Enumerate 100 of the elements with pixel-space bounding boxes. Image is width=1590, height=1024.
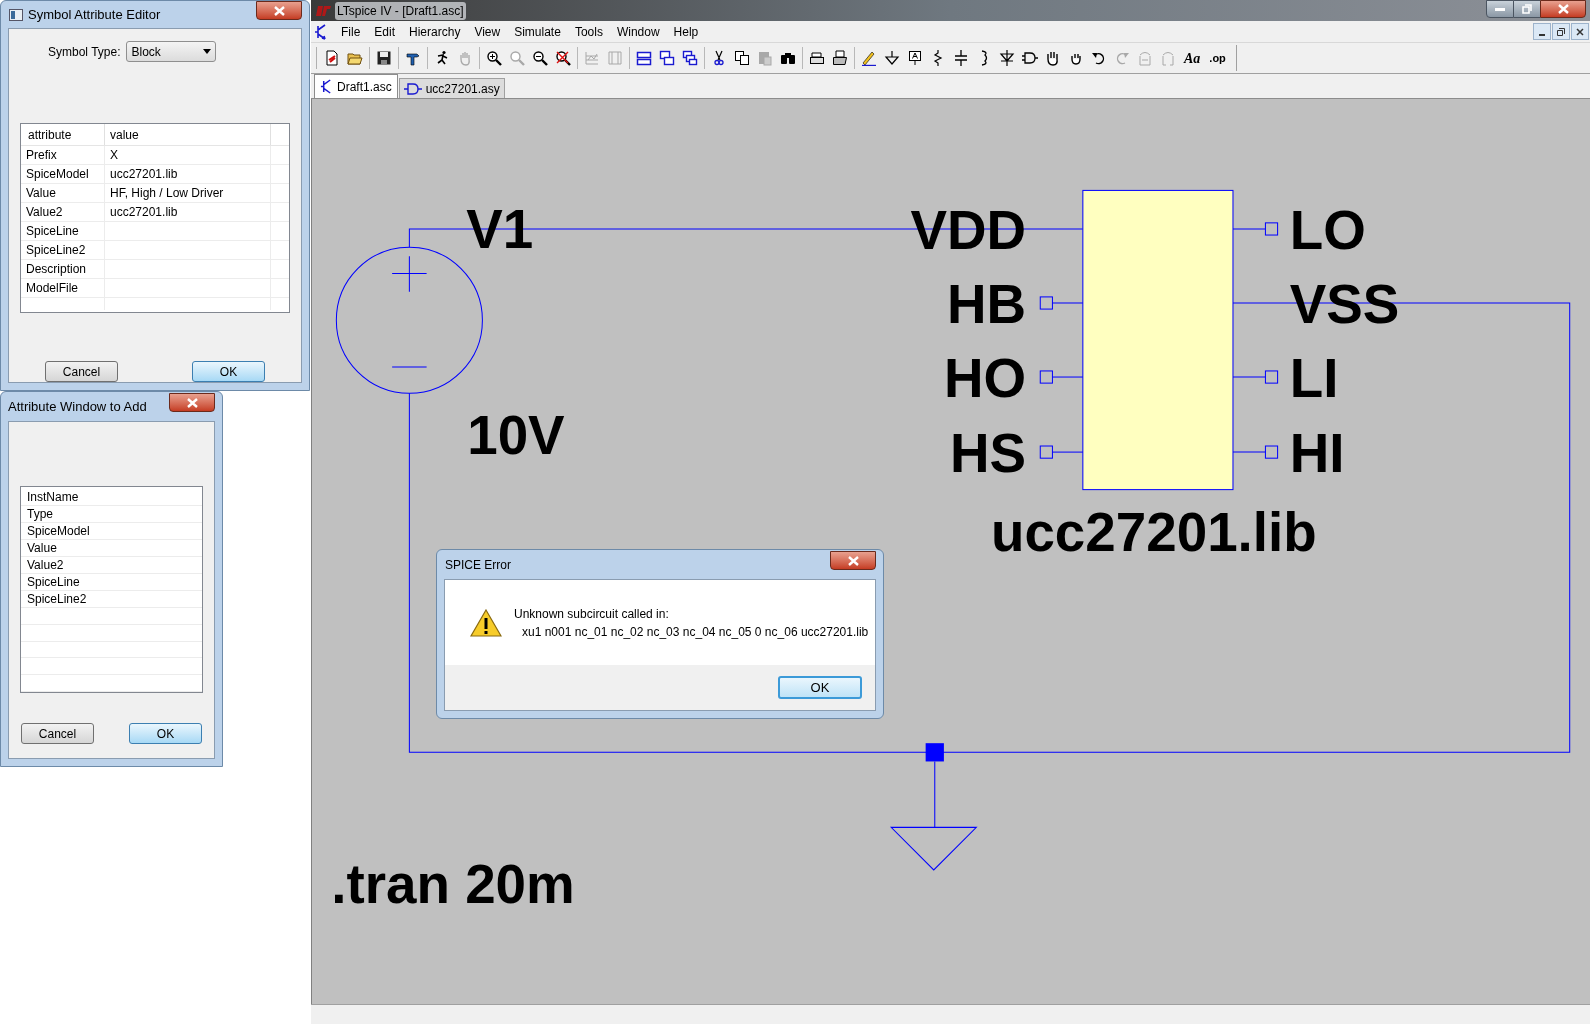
- close-icon: [1576, 27, 1584, 36]
- scissors-icon[interactable]: [711, 50, 727, 66]
- close-icon: [186, 397, 198, 408]
- restore-icon: [1557, 27, 1565, 36]
- window-title: SPICE Error: [445, 556, 512, 574]
- list-item[interactable]: Type: [21, 506, 202, 523]
- window-title: Attribute Window to Add: [8, 397, 148, 416]
- ground-icon[interactable]: [884, 50, 900, 66]
- tab[interactable]: ucc27201.asy: [398, 78, 505, 98]
- hand-icon[interactable]: [1045, 50, 1061, 66]
- pin-label: LO: [1289, 199, 1366, 262]
- menu-item[interactable]: Edit: [367, 22, 403, 41]
- component-value: ucc27201.lib: [990, 501, 1317, 564]
- pin[interactable]: [1232, 445, 1279, 459]
- tile-windows-icon[interactable]: [636, 50, 652, 66]
- printer-icon[interactable]: [832, 50, 848, 66]
- copy-icon[interactable]: [734, 50, 750, 66]
- pin[interactable]: [1039, 296, 1084, 310]
- table-row[interactable]: ModelFile: [21, 279, 289, 298]
- pin[interactable]: [1232, 370, 1279, 384]
- toolbar-button[interactable]: .op: [1206, 47, 1229, 69]
- list-item[interactable]: SpiceModel: [21, 523, 202, 540]
- restore-button[interactable]: [1514, 0, 1540, 18]
- undo-icon[interactable]: [1091, 50, 1107, 66]
- cascade-windows-icon[interactable]: [659, 50, 675, 66]
- column-header[interactable]: value: [105, 124, 271, 145]
- pin-label: VDD: [910, 199, 1027, 262]
- zoom-cancel-icon[interactable]: [555, 50, 571, 66]
- pin-label: HO: [943, 347, 1027, 410]
- pin[interactable]: [1232, 222, 1279, 236]
- component-block[interactable]: [1082, 189, 1234, 491]
- open-folder-icon[interactable]: [347, 50, 363, 66]
- minimize-button[interactable]: [1533, 23, 1551, 40]
- close-button[interactable]: [256, 1, 302, 20]
- close-icon: [273, 5, 285, 16]
- table-row[interactable]: Description: [21, 260, 289, 279]
- list-item[interactable]: SpiceLine: [21, 574, 202, 591]
- pin[interactable]: [1039, 370, 1084, 384]
- column-header[interactable]: attribute: [21, 124, 105, 145]
- save-icon[interactable]: [376, 50, 392, 66]
- spice-directive: .tran 20m: [331, 853, 575, 916]
- menu-item[interactable]: File: [334, 22, 368, 41]
- ok-button[interactable]: OK: [778, 676, 862, 699]
- component-name: V1: [466, 198, 534, 261]
- transistor-icon: [320, 79, 333, 94]
- close-icon: [847, 555, 859, 566]
- close-button[interactable]: [1571, 23, 1589, 40]
- window-icon: [9, 8, 23, 21]
- capacitor-icon[interactable]: [953, 50, 969, 66]
- logic-gate-icon[interactable]: [1022, 50, 1038, 66]
- list-item[interactable]: Value2: [21, 557, 202, 574]
- pencil-icon[interactable]: [861, 50, 877, 66]
- menu-item[interactable]: Tools: [567, 22, 610, 41]
- restore-button[interactable]: [1552, 23, 1570, 40]
- pin-label: HB: [946, 273, 1027, 336]
- toolbar-button[interactable]: Aa: [1181, 47, 1204, 69]
- menu-item[interactable]: Hierarchy: [402, 22, 468, 41]
- table-row[interactable]: SpiceModel ucc27201.lib: [21, 165, 289, 184]
- ok-button[interactable]: OK: [192, 361, 265, 382]
- ground-symbol[interactable]: [890, 760, 978, 871]
- table-row[interactable]: SpiceLine: [21, 222, 289, 241]
- minimize-icon: [1495, 7, 1505, 11]
- pin[interactable]: [1039, 445, 1084, 459]
- pin-label: HS: [949, 422, 1027, 485]
- app-logo-icon: [315, 4, 331, 17]
- tab[interactable]: Draft1.asc: [314, 74, 398, 98]
- print-preview-icon[interactable]: [809, 50, 825, 66]
- close-button[interactable]: [169, 393, 215, 412]
- new-file-icon[interactable]: [324, 50, 340, 66]
- close-button[interactable]: [830, 551, 876, 570]
- window-title: Symbol Attribute Editor: [28, 5, 162, 24]
- close-button[interactable]: [1540, 0, 1586, 18]
- menu-item[interactable]: Simulate: [507, 22, 568, 41]
- pin-label: VSS: [1289, 273, 1400, 336]
- zoom-in-icon[interactable]: [486, 50, 502, 66]
- diode-icon[interactable]: [999, 50, 1015, 66]
- cancel-button[interactable]: Cancel: [45, 361, 118, 382]
- list-item[interactable]: InstName: [21, 489, 202, 506]
- table-row[interactable]: Value HF, High / Low Driver: [21, 184, 289, 203]
- warning-icon: [470, 608, 502, 637]
- error-message: xu1 n001 nc_01 nc_02 nc_03 nc_04 nc_05 0 nc_06 ucc27201.lib: [521, 623, 869, 641]
- list-item[interactable]: Value: [21, 540, 202, 557]
- pin-label: LI: [1289, 347, 1339, 410]
- menu-item[interactable]: Window: [609, 22, 667, 41]
- table-row[interactable]: SpiceLine2: [21, 241, 289, 260]
- ok-button[interactable]: OK: [129, 723, 202, 744]
- menu-item[interactable]: Help: [666, 22, 706, 41]
- table-row[interactable]: Prefix X: [21, 146, 289, 165]
- cancel-button[interactable]: Cancel: [21, 723, 94, 744]
- list-item[interactable]: SpiceLine2: [21, 591, 202, 608]
- label-icon[interactable]: [907, 50, 923, 66]
- zoom-out-icon[interactable]: [532, 50, 548, 66]
- binoculars-icon[interactable]: [780, 50, 796, 66]
- table-row[interactable]: Value2 ucc27201.lib: [21, 203, 289, 222]
- hammer-icon[interactable]: [405, 50, 421, 66]
- cascade-windows-icon[interactable]: [682, 50, 698, 66]
- menu-item[interactable]: View: [467, 22, 508, 41]
- minimize-button[interactable]: [1486, 0, 1514, 18]
- symbol-type-dropdown[interactable]: Block: [126, 41, 217, 62]
- voltage-source[interactable]: [335, 246, 483, 394]
